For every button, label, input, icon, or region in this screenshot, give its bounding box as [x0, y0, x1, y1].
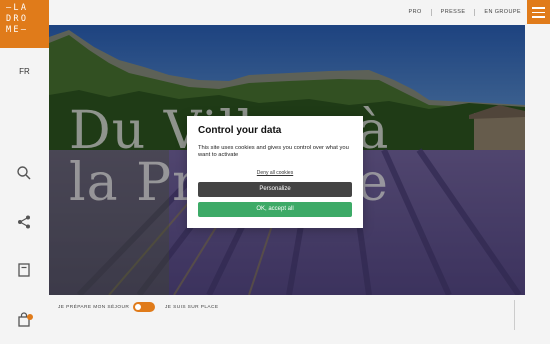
toggle-knob	[135, 304, 141, 310]
nav-link-en-groupe[interactable]: EN GROUPE	[484, 9, 521, 16]
cookie-dialog-title: Control your data	[198, 125, 282, 136]
top-links: PRO PRESSE EN GROUPE	[409, 9, 521, 16]
scroll-indicator	[514, 300, 515, 330]
nav-link-pro[interactable]: PRO	[409, 9, 422, 16]
nav-divider	[474, 9, 476, 16]
logo-line-3: ME—	[6, 25, 29, 35]
hamburger-menu-button[interactable]	[527, 0, 550, 24]
on-site-label[interactable]: JE SUIS SUR PLACE	[165, 305, 218, 310]
menu-bar	[532, 16, 545, 18]
share-icon[interactable]	[16, 214, 32, 230]
stay-mode-switcher: JE PRÉPARE MON SÉJOUR JE SUIS SUR PLACE	[49, 296, 525, 318]
language-switch[interactable]: FR	[0, 67, 49, 76]
nav-divider	[430, 9, 432, 16]
cookie-consent-dialog: Control your data This site uses cookies…	[187, 116, 363, 228]
personalize-button[interactable]: Personalize	[198, 182, 352, 197]
site-logo[interactable]: —LA DRO ME—	[0, 0, 49, 48]
prepare-stay-label[interactable]: JE PRÉPARE MON SÉJOUR	[58, 305, 129, 310]
left-sidebar: —LA DRO ME— FR	[0, 0, 49, 344]
deny-all-cookies-link[interactable]: Deny all cookies	[198, 170, 352, 176]
search-icon[interactable]	[16, 165, 32, 181]
cart-badge	[27, 314, 33, 320]
menu-bar	[532, 7, 545, 9]
logo-line-2: DRO	[6, 14, 29, 24]
accept-all-button[interactable]: OK, accept all	[198, 202, 352, 217]
stay-mode-toggle[interactable]	[133, 302, 155, 312]
bookmark-icon[interactable]	[16, 262, 32, 278]
nav-link-presse[interactable]: PRESSE	[441, 9, 466, 16]
cookie-dialog-text: This site uses cookies and gives you con…	[198, 145, 349, 158]
logo-line-1: —LA	[6, 3, 29, 13]
menu-bar	[532, 11, 545, 14]
top-navigation: PRO PRESSE EN GROUPE	[49, 0, 527, 25]
